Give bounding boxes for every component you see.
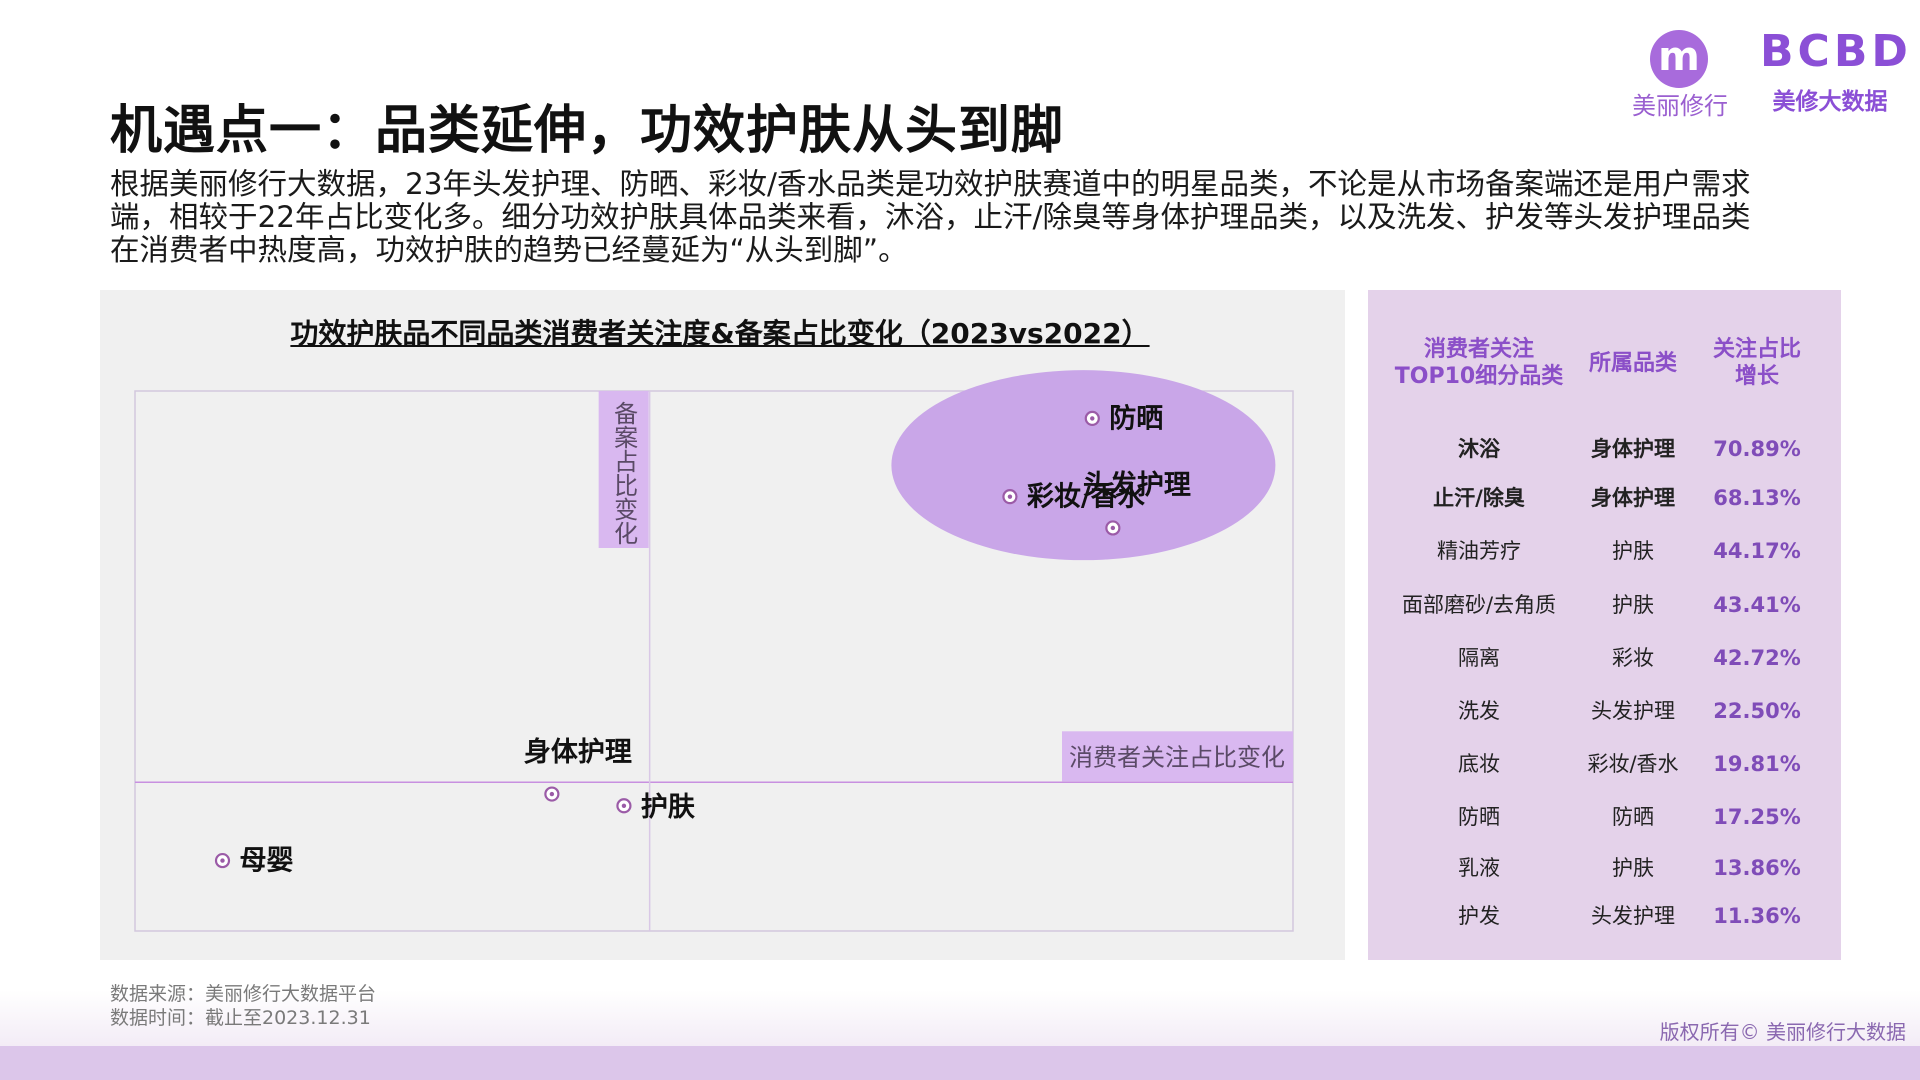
data-point-center — [1008, 494, 1012, 498]
table-cell-name: 防晒 — [1384, 801, 1574, 831]
point-label: 头发护理 — [1083, 469, 1191, 501]
table-cell-growth: 22.50% — [1702, 699, 1812, 723]
table-cell-name: 隔离 — [1384, 642, 1574, 672]
table-cell-growth: 42.72% — [1702, 646, 1812, 670]
table-cell-growth: 70.89% — [1702, 437, 1812, 461]
table-header: 所属品类 — [1568, 350, 1698, 377]
chart-panel: 功效护肤品不同品类消费者关注度&备案占比变化（2023vs2022） 备案占比变… — [100, 290, 1345, 960]
table-cell-growth: 68.13% — [1702, 486, 1812, 510]
data-point-center — [1111, 526, 1115, 530]
table-cell-name: 乳液 — [1384, 852, 1574, 882]
table-cell-category: 头发护理 — [1568, 695, 1698, 725]
table-cell-name: 底妆 — [1384, 748, 1574, 778]
table-cell-name: 面部磨砂/去角质 — [1384, 589, 1574, 619]
table-cell-category: 防晒 — [1568, 801, 1698, 831]
meili-logo-text: 美丽修行 — [1626, 86, 1734, 121]
table-cell-category: 护肤 — [1568, 535, 1698, 565]
table-cell-category: 彩妆 — [1568, 642, 1698, 672]
meili-logo-icon: m — [1650, 30, 1708, 88]
table-cell-name: 洗发 — [1384, 695, 1574, 725]
table-cell-name: 止汗/除臭 — [1384, 482, 1574, 512]
highlight-ellipse — [891, 370, 1275, 560]
top10-table-panel: 消费者关注TOP10细分品类所属品类关注占比增长沐浴身体护理70.89%止汗/除… — [1368, 290, 1841, 960]
intro-paragraph: 根据美丽修行大数据，23年头发护理、防晒、彩妆/香水品类是功效护肤赛道中的明星品… — [110, 168, 1770, 267]
table-cell-growth: 43.41% — [1702, 593, 1812, 617]
source-note: 数据来源：美丽修行大数据平台 数据时间：截止至2023.12.31 — [110, 982, 376, 1030]
point-label: 护肤 — [641, 792, 696, 823]
footer-bar — [0, 1046, 1920, 1080]
table-header: 消费者关注TOP10细分品类 — [1384, 336, 1574, 390]
y-axis-label: 备案占比变化 — [610, 401, 638, 545]
table-cell-name: 沐浴 — [1384, 433, 1574, 463]
page-title: 机遇点一：品类延伸，功效护肤从头到脚 — [110, 88, 1064, 163]
bcbd-logo: BCBD — [1760, 26, 1900, 77]
time-line: 数据时间：截止至2023.12.31 — [110, 1006, 376, 1030]
point-label: 防晒 — [1109, 403, 1163, 434]
copyright: 版权所有© 美丽修行大数据 — [1660, 1016, 1906, 1045]
scatter-chart: 备案占比变化消费者关注占比变化防晒彩妆/香水头发护理身体护理护肤母婴 — [100, 290, 1345, 960]
data-point-center — [550, 792, 554, 796]
data-point-center — [220, 858, 224, 862]
table-cell-category: 护肤 — [1568, 852, 1698, 882]
data-point-center — [1090, 416, 1094, 420]
table-cell-category: 身体护理 — [1568, 482, 1698, 512]
table-cell-category: 彩妆/香水 — [1568, 748, 1698, 778]
table-cell-growth: 11.36% — [1702, 904, 1812, 928]
table-cell-growth: 13.86% — [1702, 856, 1812, 880]
bcbd-logo-text: 美修大数据 — [1760, 82, 1900, 116]
x-axis-label: 消费者关注占比变化 — [1069, 743, 1285, 771]
table-cell-growth: 19.81% — [1702, 752, 1812, 776]
point-label: 母婴 — [239, 846, 293, 877]
data-point-center — [622, 804, 626, 808]
table-cell-growth: 44.17% — [1702, 539, 1812, 563]
table-cell-name: 护发 — [1384, 900, 1574, 930]
table-cell-category: 护肤 — [1568, 589, 1698, 619]
source-line: 数据来源：美丽修行大数据平台 — [110, 982, 376, 1006]
table-cell-growth: 17.25% — [1702, 805, 1812, 829]
table-header: 关注占比增长 — [1702, 336, 1812, 390]
table-cell-category: 头发护理 — [1568, 900, 1698, 930]
table-cell-name: 精油芳疗 — [1384, 535, 1574, 565]
point-label: 身体护理 — [524, 736, 632, 768]
table-cell-category: 身体护理 — [1568, 433, 1698, 463]
